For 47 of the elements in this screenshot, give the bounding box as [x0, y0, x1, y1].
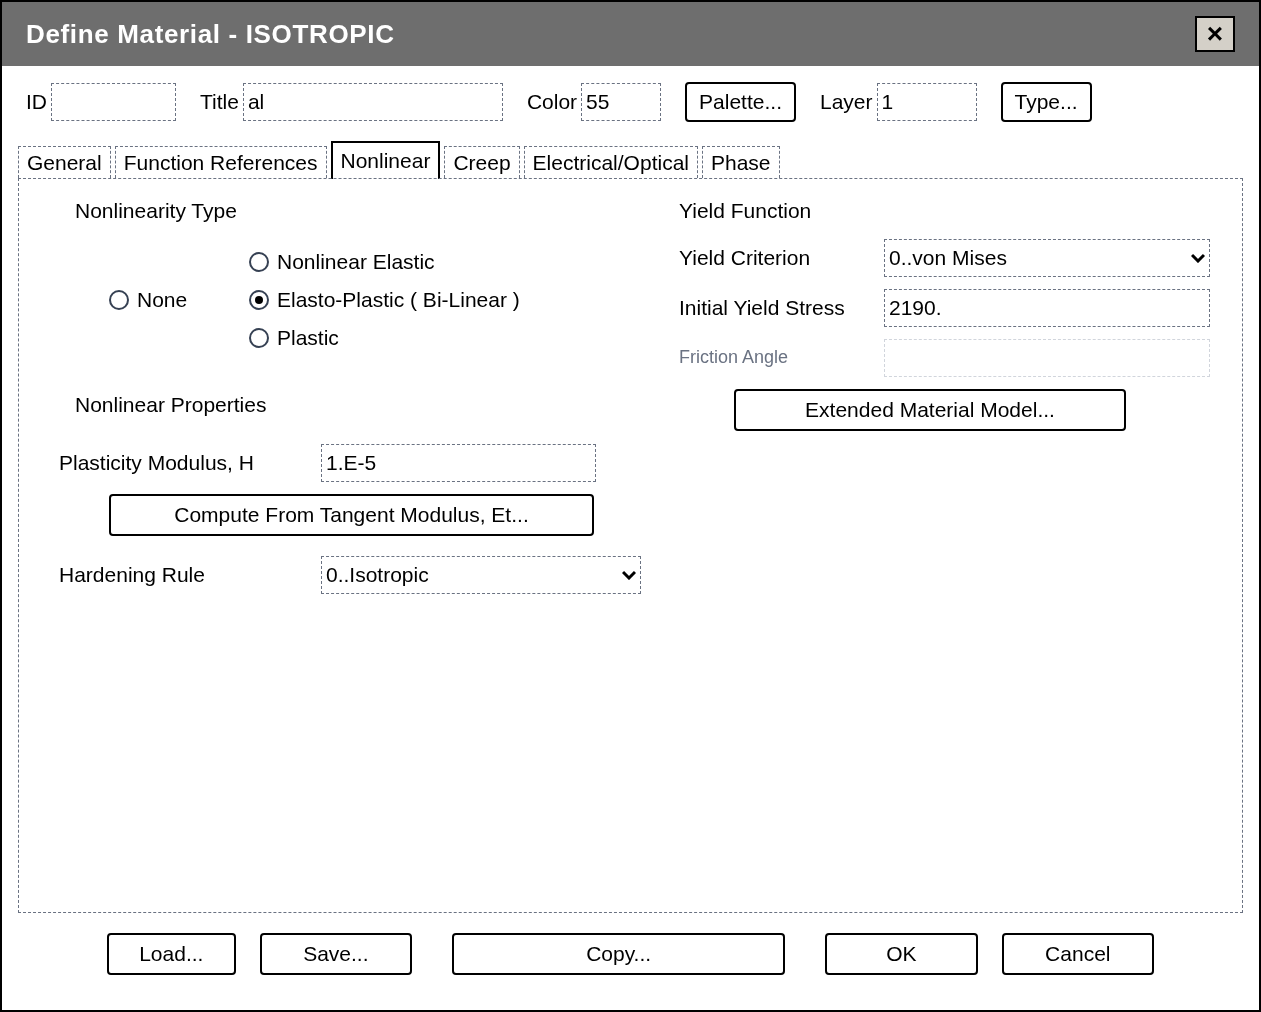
- close-button[interactable]: ×: [1195, 16, 1235, 52]
- dropdown[interactable]: 0..von Mises: [884, 238, 1210, 277]
- compute-button[interactable]: Compute From Tangent Modulus, Et...: [109, 494, 594, 536]
- input-field[interactable]: 2190.: [884, 288, 1210, 327]
- radio-icon[interactable]: [109, 289, 129, 310]
- tab[interactable]: Function References: [114, 146, 327, 178]
- header-button[interactable]: Type...: [1000, 82, 1092, 122]
- field-label: Yield Criterion: [679, 244, 812, 271]
- field-label: Initial Yield Stress: [679, 294, 846, 321]
- radio-option[interactable]: None: [109, 280, 249, 319]
- radio-icon[interactable]: [249, 327, 269, 348]
- group-title: Yield Function: [679, 198, 813, 224]
- field-label: Layer: [820, 89, 873, 116]
- dialog-button[interactable]: Copy...: [452, 933, 786, 975]
- input-field[interactable]: 1: [876, 83, 977, 121]
- tab[interactable]: Creep: [444, 146, 520, 178]
- input-field[interactable]: [51, 83, 176, 121]
- header-button[interactable]: Palette...: [685, 82, 796, 122]
- input-field[interactable]: al: [242, 83, 503, 121]
- field-label: Plasticity Modulus, H: [59, 450, 255, 477]
- field-label: ID: [26, 89, 47, 116]
- input-field[interactable]: 55: [581, 83, 662, 121]
- radio-option[interactable]: Elasto-Plastic ( Bi-Linear ): [249, 280, 520, 319]
- input-field[interactable]: 1.E-5: [321, 444, 596, 482]
- group-title: Nonlinear Properties: [75, 391, 268, 418]
- chevron-icon: [622, 570, 636, 580]
- dialog-button[interactable]: Load...: [107, 933, 236, 975]
- radio-option[interactable]: Plastic: [249, 318, 520, 357]
- radio-icon[interactable]: [249, 289, 269, 310]
- group-title: Nonlinearity Type: [75, 198, 238, 224]
- dialog-button[interactable]: OK: [825, 933, 978, 975]
- tab[interactable]: Electrical/Optical: [523, 146, 698, 178]
- radio-icon[interactable]: [249, 251, 269, 272]
- field-label: Color: [526, 89, 578, 116]
- dialog-button[interactable]: Cancel: [1001, 933, 1154, 975]
- dialog-button[interactable]: Save...: [259, 933, 413, 975]
- tab[interactable]: Nonlinear: [330, 141, 441, 179]
- tab[interactable]: General: [18, 146, 111, 178]
- field-label: Title: [200, 89, 239, 116]
- dropdown[interactable]: 0..Isotropic: [321, 556, 641, 594]
- radio-option[interactable]: Nonlinear Elastic: [249, 242, 520, 281]
- field-label: Friction Angle: [679, 346, 790, 369]
- extended-model-button[interactable]: Extended Material Model...: [734, 388, 1126, 431]
- window-title: Define Material - ISOTROPIC: [26, 17, 395, 51]
- chevron-icon: [1191, 252, 1205, 263]
- tab[interactable]: Phase: [702, 146, 780, 178]
- field-label: Hardening Rule: [59, 562, 206, 589]
